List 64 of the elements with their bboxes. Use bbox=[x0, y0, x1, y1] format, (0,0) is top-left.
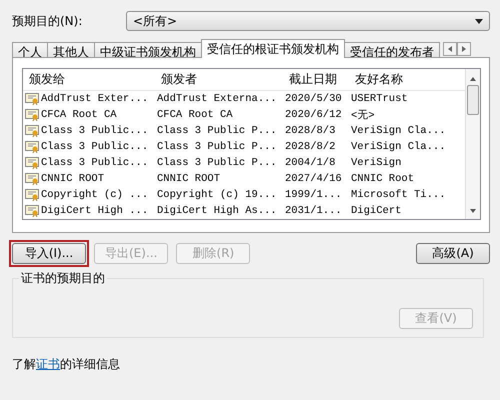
table-cell: VeriSign bbox=[351, 157, 402, 169]
table-cell: CFCA Root CA bbox=[157, 109, 233, 121]
purpose-dropdown[interactable]: <所有> bbox=[126, 11, 490, 31]
column-header[interactable]: 颁发给 bbox=[23, 69, 155, 91]
table-cell: VeriSign Cla... bbox=[351, 125, 446, 137]
advanced-button[interactable]: 高级(A) bbox=[416, 243, 490, 264]
table-cell: 2020/5/30 bbox=[285, 93, 342, 105]
help-text: 了解证书的详细信息 bbox=[12, 356, 121, 373]
tab[interactable]: 其他人 bbox=[47, 42, 95, 58]
table-cell: Class 3 Public... bbox=[41, 141, 148, 153]
caret-icon bbox=[475, 18, 483, 24]
table-cell: 2031/1... bbox=[285, 205, 342, 217]
table-cell: CNNIC ROOT bbox=[157, 173, 220, 185]
table-cell: Class 3 Public... bbox=[41, 157, 148, 169]
tab[interactable]: 中级证书颁发机构 bbox=[94, 42, 202, 58]
table-cell: Copyright (c) 19... bbox=[157, 189, 277, 201]
group-title: 证书的预期目的 bbox=[19, 270, 107, 287]
tab[interactable]: 受信任的发布者 bbox=[344, 42, 440, 58]
tab[interactable]: 受信任的根证书颁发机构 bbox=[201, 39, 345, 58]
table-cell: AddTrust Externa... bbox=[157, 93, 277, 105]
table-cell: 2020/6/12 bbox=[285, 109, 342, 121]
certificate-icon bbox=[25, 93, 39, 105]
table-cell: DigiCert bbox=[351, 205, 402, 217]
certificate-icon bbox=[25, 189, 39, 201]
scroll-right-button[interactable] bbox=[457, 42, 471, 56]
left-arrow-icon bbox=[448, 46, 452, 52]
certificate-link[interactable]: 证书 bbox=[36, 357, 60, 371]
right-arrow-icon bbox=[462, 46, 466, 52]
table-cell: CNNIC Root bbox=[351, 173, 414, 185]
table-cell: 1999/1... bbox=[285, 189, 342, 201]
table-cell: 2028/8/3 bbox=[285, 125, 336, 137]
purpose-label: 预期目的(N): bbox=[12, 12, 84, 30]
table-cell: CFCA Root CA bbox=[41, 109, 117, 121]
table-cell: DigiCert High ... bbox=[41, 205, 148, 217]
table-cell: Copyright (c) ... bbox=[41, 189, 148, 201]
table-cell: Microsoft Ti... bbox=[351, 189, 446, 201]
scrollbar-thumb[interactable] bbox=[467, 85, 479, 115]
table-cell: AddTrust Exter... bbox=[41, 93, 148, 105]
table-cell: USERTrust bbox=[351, 93, 408, 105]
column-header[interactable]: 颁发者 bbox=[155, 69, 283, 91]
table-cell: Class 3 Public P... bbox=[157, 157, 277, 169]
certificate-icon bbox=[25, 141, 39, 153]
table-cell: Class 3 Public P... bbox=[157, 125, 277, 137]
table-cell: 2028/8/2 bbox=[285, 141, 336, 153]
table-cell: CNNIC ROOT bbox=[41, 173, 104, 185]
table-cell: 2004/1/8 bbox=[285, 157, 336, 169]
certificate-icon bbox=[25, 125, 39, 137]
table-cell: VeriSign Cla... bbox=[351, 141, 446, 153]
column-header[interactable]: 截止日期 bbox=[283, 69, 349, 91]
certificate-icon bbox=[25, 205, 39, 217]
up-arrow-icon[interactable] bbox=[469, 75, 477, 83]
scrollbar[interactable] bbox=[465, 69, 480, 219]
table-cell: Class 3 Public... bbox=[41, 125, 148, 137]
table-cell: Class 3 Public P... bbox=[157, 141, 277, 153]
table-cell: DigiCert High As... bbox=[157, 205, 277, 217]
table-cell: <无> bbox=[351, 110, 375, 122]
certificate-icon bbox=[25, 109, 39, 121]
scroll-left-button[interactable] bbox=[443, 42, 457, 56]
action-button[interactable]: 导入(I)... bbox=[12, 243, 86, 264]
down-arrow-icon[interactable] bbox=[469, 207, 477, 215]
tab[interactable]: 个人 bbox=[12, 42, 48, 58]
table-cell: 2027/4/16 bbox=[285, 173, 342, 185]
certificate-icon bbox=[25, 157, 39, 169]
certificate-icon bbox=[25, 173, 39, 185]
